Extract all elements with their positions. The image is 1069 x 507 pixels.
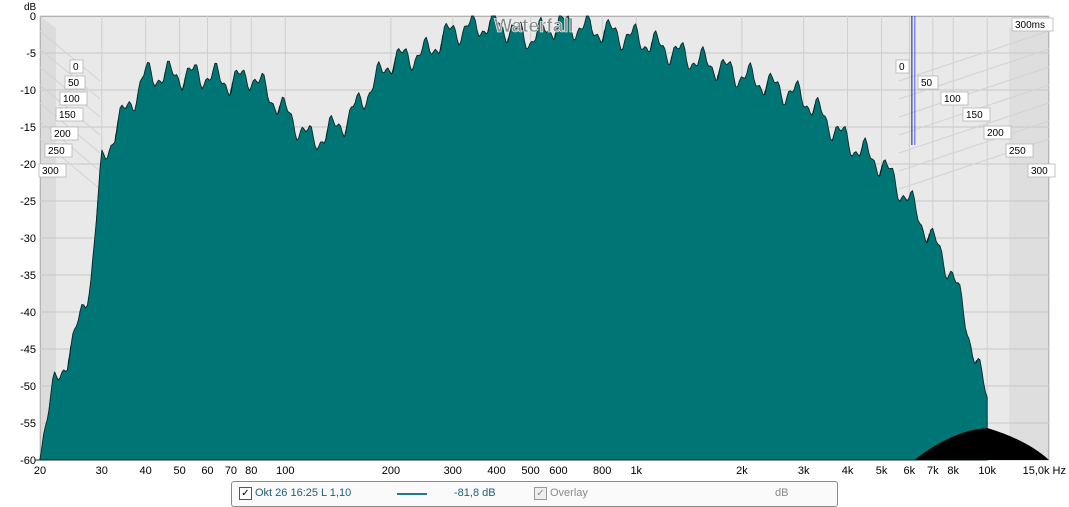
svg-text:0: 0	[899, 62, 905, 73]
x-tick-label: 10k	[978, 465, 996, 477]
y-tick-label: -20	[20, 159, 36, 171]
time-tick-right: 0	[895, 59, 910, 74]
y-tick-label: -15	[20, 122, 36, 134]
y-tick-label: -5	[26, 48, 36, 60]
time-range-label: 300ms	[1011, 17, 1054, 32]
y-tick-label: 0	[30, 11, 36, 23]
time-tick-right: 200	[983, 125, 1012, 140]
y-tick-label: -55	[20, 418, 36, 430]
entry-line-swatch	[397, 493, 427, 495]
time-tick-left: 150	[55, 107, 84, 122]
svg-text:50: 50	[921, 78, 933, 89]
x-tick-label: 6k	[904, 465, 916, 477]
time-tick-right: 300	[1027, 163, 1056, 178]
x-tick-label: 80	[245, 465, 257, 477]
x-tick-label: 600	[549, 465, 567, 477]
y-tick-label: -45	[20, 344, 36, 356]
svg-text:300ms: 300ms	[1015, 20, 1045, 31]
time-tick-right: 150	[962, 107, 991, 122]
entry-value: -81,8 dB	[454, 487, 496, 499]
x-tick-label: 8k	[947, 465, 959, 477]
svg-text:100: 100	[63, 94, 80, 105]
y-tick-label: -40	[20, 307, 36, 319]
x-tick-label: 300	[444, 465, 462, 477]
x-tick-label: 3k	[798, 465, 810, 477]
chart-title: Waterfall	[494, 16, 574, 37]
x-tick-label: 60	[201, 465, 213, 477]
x-tick-label: 30	[96, 465, 108, 477]
svg-text:300: 300	[1031, 166, 1048, 177]
x-tick-label: 50	[174, 465, 186, 477]
svg-text:300: 300	[42, 166, 59, 177]
overlay-label[interactable]: Overlay	[550, 487, 588, 499]
legend-bar: ✓ Okt 26 16:25 L 1,10 -81,8 dB ✓ Overlay…	[231, 481, 838, 507]
x-tick-label: 200	[382, 465, 400, 477]
x-tick-label: 7k	[927, 465, 939, 477]
time-tick-left: 300	[38, 163, 67, 178]
svg-text:250: 250	[1009, 146, 1026, 157]
x-tick-label: 4k	[842, 465, 854, 477]
entry-label[interactable]: Okt 26 16:25 L 1,10	[255, 487, 351, 499]
time-tick-left: 100	[59, 91, 88, 106]
svg-text:200: 200	[54, 129, 71, 140]
svg-text:100: 100	[944, 94, 961, 105]
x-tick-label: 2k	[736, 465, 748, 477]
x-tick-label: 100	[276, 465, 294, 477]
svg-text:50: 50	[68, 78, 80, 89]
x-tick-label: 400	[487, 465, 505, 477]
y-tick-label: -10	[20, 85, 36, 97]
x-tick-label: 40	[140, 465, 152, 477]
unit-label: dB	[775, 487, 789, 499]
time-tick-left: 0	[69, 59, 84, 74]
time-tick-right: 50	[917, 75, 939, 90]
svg-text:250: 250	[48, 146, 65, 157]
entry-checkbox[interactable]: ✓	[239, 487, 252, 500]
svg-text:200: 200	[987, 128, 1004, 139]
y-tick-label: -50	[20, 381, 36, 393]
x-tick-label: 5k	[876, 465, 888, 477]
x-tick-label: 800	[593, 465, 611, 477]
time-tick-right: 100	[940, 91, 969, 106]
x-tick-label: 500	[521, 465, 539, 477]
time-tick-right: 250	[1005, 143, 1034, 158]
y-tick-label: -35	[20, 270, 36, 282]
x-tick-label: 1k	[630, 465, 642, 477]
overlay-checkbox[interactable]: ✓	[534, 487, 547, 500]
y-tick-label: -30	[20, 233, 36, 245]
waterfall-chart: dB0-5-10-15-20-25-30-35-40-45-50-55-6020…	[20, 2, 1066, 477]
svg-text:150: 150	[966, 110, 983, 121]
x-tick-label: 20	[34, 465, 46, 477]
svg-text:0: 0	[73, 62, 79, 73]
y-tick-label: -25	[20, 196, 36, 208]
time-tick-left: 250	[44, 143, 73, 158]
svg-text:150: 150	[59, 110, 76, 121]
time-tick-left: 200	[50, 126, 79, 141]
x-tick-label: 15,0k Hz	[1023, 465, 1066, 477]
time-tick-left: 50	[64, 75, 86, 90]
x-tick-label: 70	[225, 465, 237, 477]
